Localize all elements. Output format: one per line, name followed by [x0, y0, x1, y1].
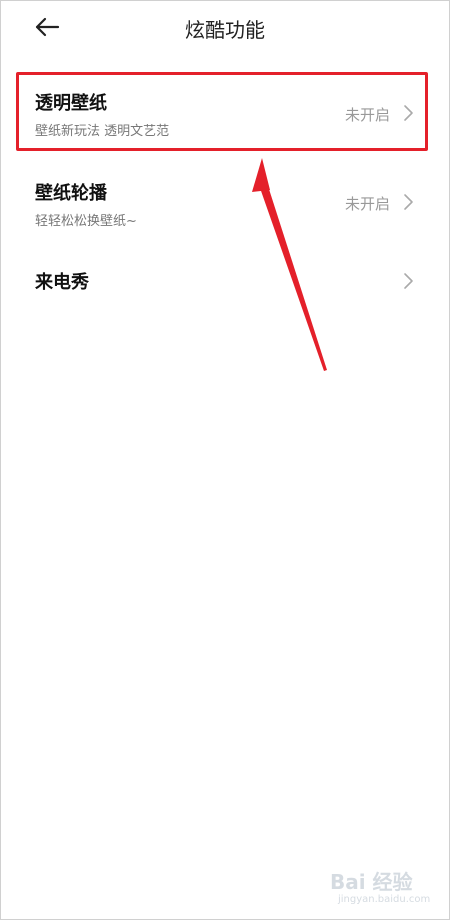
- setting-item-transparent-wallpaper[interactable]: 透明壁纸 壁纸新玩法 透明文艺范 未开启: [18, 74, 428, 150]
- watermark: Bai 经验 jingyan.baidu.com: [330, 866, 442, 912]
- setting-item-status: 未开启: [344, 106, 390, 124]
- watermark-sub: jingyan.baidu.com: [338, 894, 431, 905]
- setting-item-call-show[interactable]: 来电秀: [18, 256, 428, 308]
- chevron-right-icon: [404, 273, 413, 289]
- header-bar: 炫酷功能: [0, 0, 450, 56]
- setting-item-title: 透明壁纸: [35, 93, 107, 114]
- setting-item-wallpaper-carousel[interactable]: 壁纸轮播 轻轻松松换壁纸~ 未开启: [18, 170, 428, 236]
- watermark-main: Bai 经验: [330, 870, 413, 894]
- setting-item-title: 来电秀: [35, 272, 89, 293]
- setting-item-subtitle: 轻轻松松换壁纸~: [35, 214, 137, 229]
- chevron-right-icon: [404, 105, 413, 121]
- page-title: 炫酷功能: [185, 18, 265, 42]
- setting-item-title: 壁纸轮播: [35, 183, 107, 204]
- chevron-right-icon: [404, 194, 413, 210]
- setting-item-status: 未开启: [344, 195, 390, 213]
- setting-item-subtitle: 壁纸新玩法 透明文艺范: [35, 124, 170, 139]
